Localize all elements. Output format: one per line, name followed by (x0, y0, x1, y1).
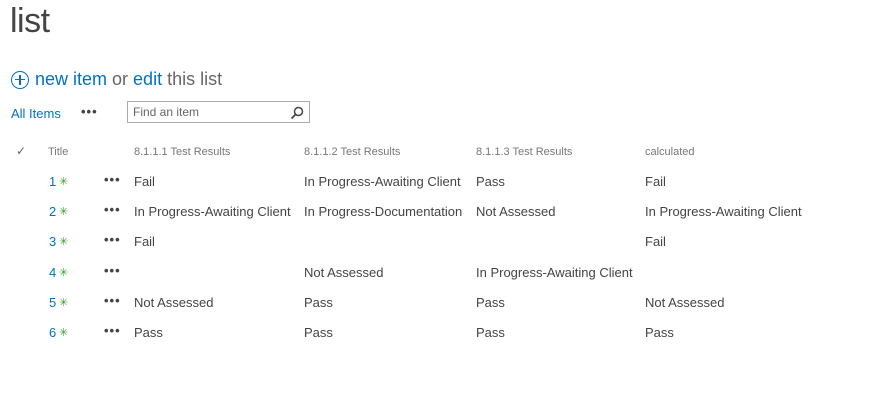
cell-calculated: Fail (645, 174, 666, 189)
new-item-badge-icon: ✳ (59, 297, 69, 309)
row-menu-ellipsis-icon[interactable]: ••• (104, 293, 121, 308)
row-menu-ellipsis-icon[interactable]: ••• (104, 263, 121, 278)
cell-8113: In Progress-Awaiting Client (476, 265, 633, 280)
cell-8111: In Progress-Awaiting Client (134, 204, 291, 219)
column-header-8113[interactable]: 8.1.1.3 Test Results (476, 146, 572, 158)
page-title: list (10, 2, 50, 40)
cell-8112: In Progress-Documentation (304, 204, 463, 219)
new-item-badge-icon: ✳ (59, 327, 69, 339)
cell-calculated: In Progress-Awaiting Client (645, 204, 802, 219)
row-menu-ellipsis-icon[interactable]: ••• (104, 232, 121, 247)
new-item-link[interactable]: new item (35, 69, 107, 90)
select-all-check-icon[interactable]: ✓ (16, 144, 26, 158)
cell-8112: Pass (304, 295, 333, 310)
row-title-link[interactable]: 6 (49, 325, 56, 340)
cell-8113: Pass (476, 295, 505, 310)
cell-calculated: Pass (645, 325, 674, 340)
view-all-items[interactable]: All Items (11, 106, 61, 121)
add-circle-icon[interactable] (11, 70, 29, 89)
row-title-link[interactable]: 4 (49, 265, 56, 280)
new-item-badge-icon: ✳ (59, 206, 69, 218)
this-list-text: this list (167, 69, 223, 89)
new-item-badge-icon: ✳ (59, 267, 69, 279)
column-header-calculated[interactable]: calculated (645, 146, 695, 158)
new-item-badge-icon: ✳ (59, 236, 69, 248)
search-box (127, 101, 310, 123)
row-menu-ellipsis-icon[interactable]: ••• (104, 172, 121, 187)
cell-8111: Fail (134, 234, 155, 249)
cell-8113: Pass (476, 174, 505, 189)
cell-calculated: Not Assessed (645, 295, 725, 310)
column-header-8112[interactable]: 8.1.1.2 Test Results (304, 146, 400, 158)
list-actions: new item or edit this list (11, 69, 222, 90)
row-menu-ellipsis-icon[interactable]: ••• (104, 202, 121, 217)
row-title-link[interactable]: 1 (49, 174, 56, 189)
row-title-link[interactable]: 3 (49, 234, 56, 249)
cell-8112: In Progress-Awaiting Client (304, 174, 461, 189)
edit-link[interactable]: edit (133, 69, 162, 90)
cell-8113: Not Assessed (476, 204, 556, 219)
column-header-8111[interactable]: 8.1.1.1 Test Results (134, 146, 230, 158)
view-more-ellipsis-icon[interactable]: ••• (81, 104, 98, 119)
row-title-link[interactable]: 2 (49, 204, 56, 219)
cell-8111: Not Assessed (134, 295, 214, 310)
or-text: or (112, 69, 129, 89)
search-input[interactable] (128, 105, 283, 119)
row-menu-ellipsis-icon[interactable]: ••• (104, 323, 121, 338)
cell-8111: Fail (134, 174, 155, 189)
new-item-badge-icon: ✳ (59, 176, 69, 188)
cell-8113: Pass (476, 325, 505, 340)
search-icon[interactable] (290, 106, 304, 120)
cell-8112: Pass (304, 325, 333, 340)
cell-calculated: Fail (645, 234, 666, 249)
cell-8111: Pass (134, 325, 163, 340)
column-header-title[interactable]: Title (48, 146, 68, 158)
row-title-link[interactable]: 5 (49, 295, 56, 310)
cell-8112: Not Assessed (304, 265, 384, 280)
